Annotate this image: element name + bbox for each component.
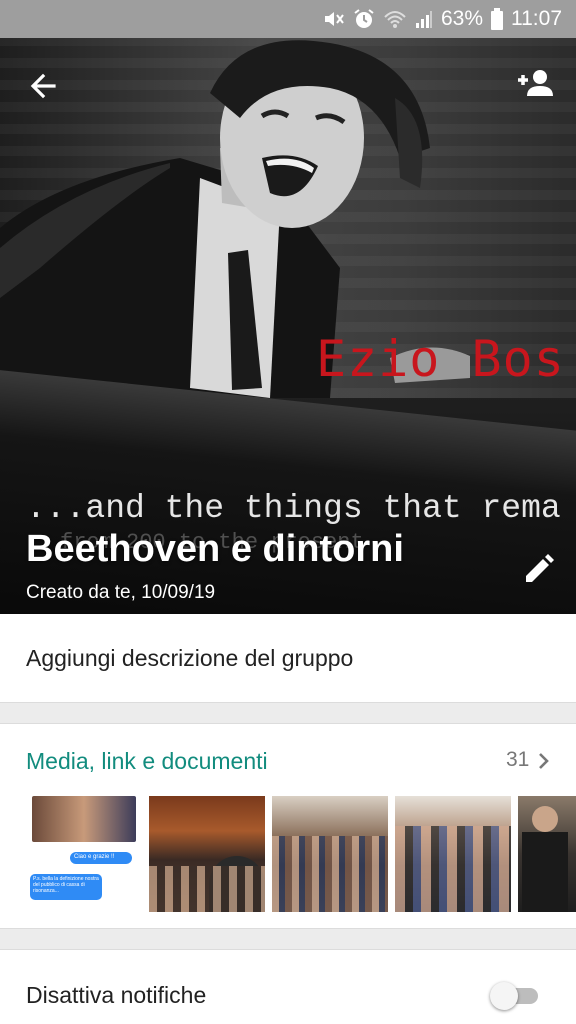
media-thumbnails: Ciao e grazie !! P.s. bella la definizio… (26, 796, 576, 912)
mute-notifications-toggle[interactable] (490, 982, 540, 1010)
section-divider (0, 702, 576, 724)
media-thumbnail-photo[interactable] (518, 796, 576, 912)
poster-red-text: Ezio Bos (316, 330, 565, 388)
media-thumbnail-photo[interactable] (272, 796, 388, 912)
media-section: Media, link e documenti 31 Ciao e grazie… (0, 724, 576, 928)
toggle-knob (490, 982, 518, 1010)
media-section-title[interactable]: Media, link e documenti (26, 748, 268, 775)
back-arrow-icon[interactable] (24, 66, 64, 106)
alarm-icon (353, 8, 375, 30)
group-created-info: Creato da te, 10/09/19 (26, 582, 216, 603)
battery-icon (491, 8, 503, 30)
section-divider (0, 928, 576, 950)
media-thumbnail-chat[interactable]: Ciao e grazie !! P.s. bella la definizio… (26, 796, 142, 912)
clock: 11:07 (511, 7, 562, 30)
media-thumbnail-photo[interactable] (149, 796, 265, 912)
chat-bubble-2: P.s. bella la definizione nostra del pub… (30, 874, 102, 900)
chat-bubble-1: Ciao e grazie !! (70, 852, 132, 864)
add-group-description[interactable]: Aggiungi descrizione del gruppo (0, 614, 576, 702)
media-count[interactable]: 31 (506, 748, 529, 772)
mute-vibrate-icon (321, 8, 345, 30)
status-bar: 63% 11:07 (0, 0, 576, 38)
group-name: Beethoven e dintorni (26, 528, 404, 570)
wifi-icon (383, 9, 407, 29)
poster-subtitle-text: ...and the things that rema (26, 490, 561, 527)
signal-icon (415, 9, 433, 29)
chevron-right-icon[interactable] (536, 752, 552, 770)
mute-notifications-label: Disattiva notifiche (26, 982, 207, 1008)
battery-percent: 63% (440, 7, 483, 30)
add-person-icon[interactable] (514, 64, 558, 104)
media-thumbnail-photo[interactable] (395, 796, 511, 912)
add-description-label: Aggiungi descrizione del gruppo (26, 644, 354, 671)
group-header: Ezio Bos from 200 to the present ...and … (0, 38, 576, 614)
edit-pencil-icon[interactable] (518, 550, 558, 590)
mute-notifications-row[interactable]: Disattiva notifiche (0, 950, 576, 1024)
